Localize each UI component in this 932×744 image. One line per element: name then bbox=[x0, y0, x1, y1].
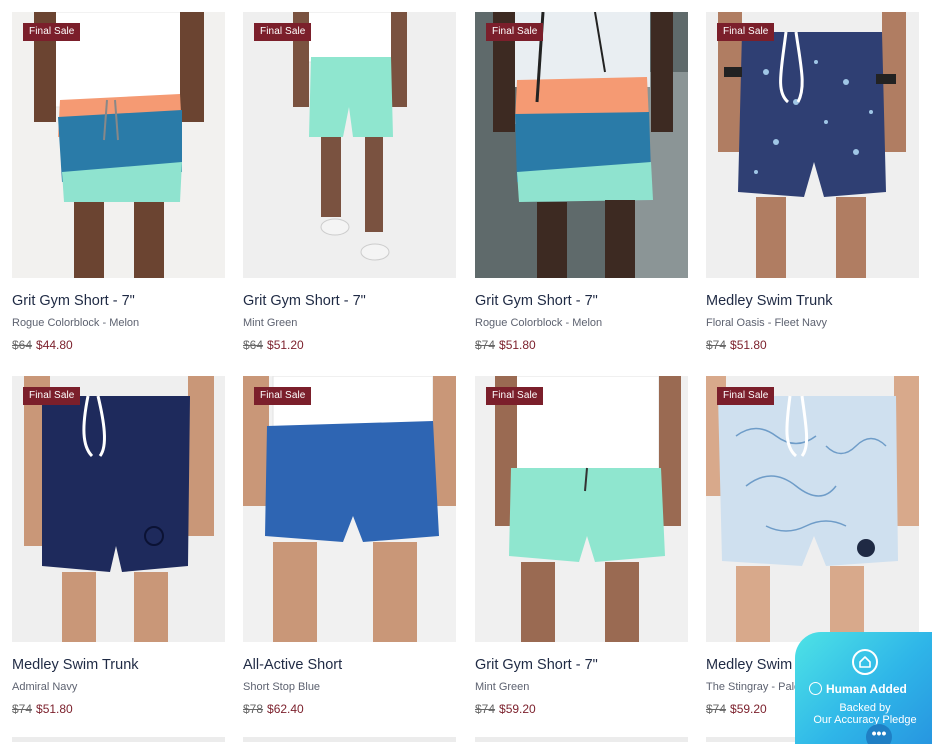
product-photo bbox=[243, 12, 456, 278]
widget-line1: Backed by bbox=[839, 702, 891, 714]
sale-price: $59.20 bbox=[499, 702, 536, 716]
product-photo bbox=[706, 376, 919, 642]
product-price: $74 $59.20 bbox=[475, 702, 536, 716]
product-image[interactable]: Final Sale bbox=[243, 12, 456, 278]
product-price: $64 $51.20 bbox=[243, 338, 304, 352]
sale-price: $62.40 bbox=[267, 702, 304, 716]
product-title[interactable]: All-Active Short bbox=[243, 657, 342, 673]
product-title[interactable]: Grit Gym Short - 7" bbox=[475, 657, 598, 673]
product-photo bbox=[706, 12, 919, 278]
product-price: $74 $51.80 bbox=[12, 702, 73, 716]
product-title[interactable]: Grit Gym Short - 7" bbox=[475, 293, 598, 309]
original-price: $74 bbox=[475, 702, 496, 716]
more-options-button[interactable]: ••• bbox=[866, 724, 892, 744]
product-variant: Mint Green bbox=[243, 317, 298, 329]
final-sale-badge: Final Sale bbox=[486, 387, 544, 405]
next-row-image bbox=[475, 737, 688, 742]
original-price: $78 bbox=[243, 702, 264, 716]
product-photo bbox=[243, 376, 456, 642]
product-grid: Final Sale Grit Gym Short - 7" Rogue Col… bbox=[0, 0, 932, 742]
product-price: $74 $51.80 bbox=[475, 338, 536, 352]
product-price: $64 $44.80 bbox=[12, 338, 73, 352]
next-row-image bbox=[12, 737, 225, 742]
original-price: $74 bbox=[706, 338, 727, 352]
product-price: $74 $51.80 bbox=[706, 338, 767, 352]
sale-price: $59.20 bbox=[730, 702, 767, 716]
widget-subtitle: Backed by Our Accuracy Pledge bbox=[795, 702, 932, 726]
final-sale-badge: Final Sale bbox=[486, 23, 544, 41]
final-sale-badge: Final Sale bbox=[23, 387, 81, 405]
product-title[interactable]: Medley Swim Trunk bbox=[12, 657, 139, 673]
product-image[interactable]: Final Sale bbox=[706, 376, 919, 642]
product-image[interactable]: Final Sale bbox=[475, 376, 688, 642]
product-title[interactable]: Grit Gym Short - 7" bbox=[243, 293, 366, 309]
widget-title: Human Added bbox=[809, 682, 932, 696]
product-image[interactable]: Final Sale bbox=[475, 12, 688, 278]
product-photo bbox=[12, 376, 225, 642]
accuracy-pledge-widget[interactable]: Human Added Backed by Our Accuracy Pledg… bbox=[795, 632, 932, 744]
product-price: $74 $59.20 bbox=[706, 702, 767, 716]
original-price: $74 bbox=[475, 338, 496, 352]
final-sale-badge: Final Sale bbox=[717, 23, 775, 41]
product-variant: Mint Green bbox=[475, 681, 530, 693]
next-row-image bbox=[706, 737, 796, 742]
original-price: $74 bbox=[706, 702, 727, 716]
house-icon bbox=[852, 649, 878, 675]
product-variant: Short Stop Blue bbox=[243, 681, 321, 693]
final-sale-badge: Final Sale bbox=[717, 387, 775, 405]
sale-price: $51.80 bbox=[730, 338, 767, 352]
product-image[interactable]: Final Sale bbox=[706, 12, 919, 278]
product-price: $78 $62.40 bbox=[243, 702, 304, 716]
product-photo bbox=[475, 12, 688, 278]
widget-line2: Our Accuracy Pledge bbox=[813, 714, 917, 726]
product-variant: Rogue Colorblock - Melon bbox=[475, 317, 603, 329]
product-image[interactable]: Final Sale bbox=[12, 376, 225, 642]
final-sale-badge: Final Sale bbox=[254, 23, 312, 41]
product-variant: Admiral Navy bbox=[12, 681, 78, 693]
product-variant: Floral Oasis - Fleet Navy bbox=[706, 317, 828, 329]
product-variant: Rogue Colorblock - Melon bbox=[12, 317, 140, 329]
widget-title-text: Human Added bbox=[826, 682, 907, 696]
sale-price: $51.80 bbox=[36, 702, 73, 716]
sale-price: $51.20 bbox=[267, 338, 304, 352]
original-price: $64 bbox=[12, 338, 33, 352]
next-row-image bbox=[243, 737, 456, 742]
product-photo bbox=[475, 376, 688, 642]
product-photo bbox=[12, 12, 225, 278]
product-image[interactable]: Final Sale bbox=[12, 12, 225, 278]
product-image[interactable]: Final Sale bbox=[243, 376, 456, 642]
original-price: $74 bbox=[12, 702, 33, 716]
check-icon bbox=[809, 682, 822, 695]
product-title[interactable]: Grit Gym Short - 7" bbox=[12, 293, 135, 309]
final-sale-badge: Final Sale bbox=[254, 387, 312, 405]
sale-price: $51.80 bbox=[499, 338, 536, 352]
original-price: $64 bbox=[243, 338, 264, 352]
sale-price: $44.80 bbox=[36, 338, 73, 352]
product-title[interactable]: Medley Swim Trunk bbox=[706, 293, 833, 309]
final-sale-badge: Final Sale bbox=[23, 23, 81, 41]
